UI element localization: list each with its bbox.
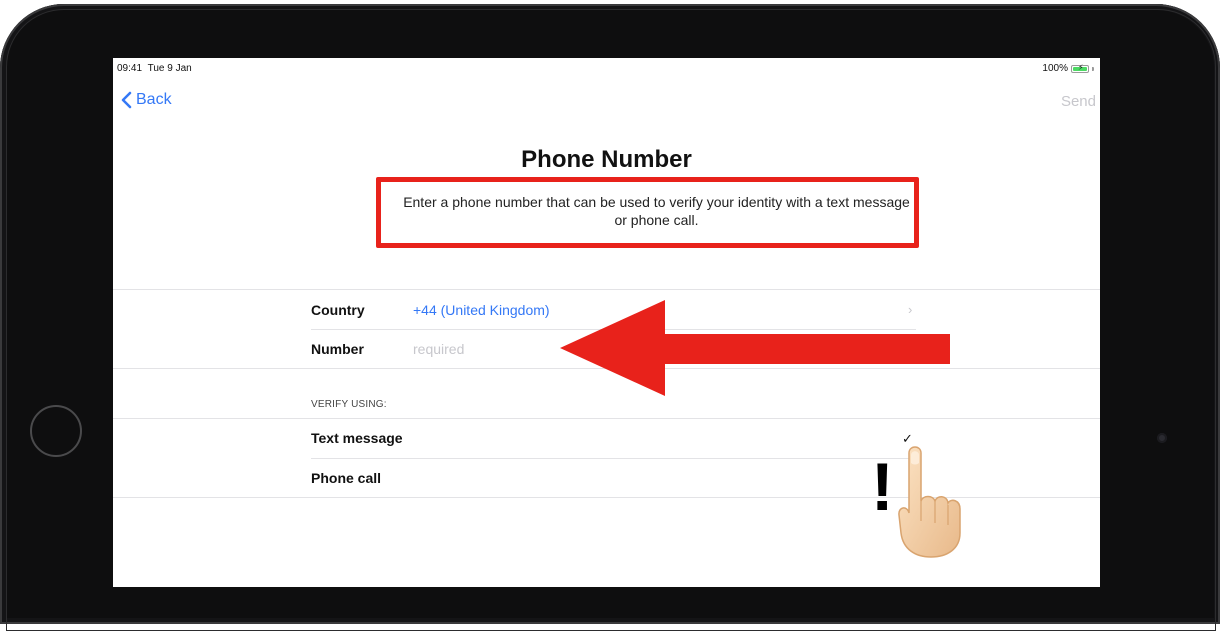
camera-icon	[1157, 433, 1167, 443]
divider	[113, 418, 1100, 419]
verify-section-header: VERIFY USING:	[311, 399, 387, 410]
status-time: 09:41 Tue 9 Jan	[117, 63, 192, 74]
divider	[113, 289, 1100, 290]
status-right: 100% ⚡	[1042, 63, 1094, 74]
status-bar: 09:41 Tue 9 Jan 100% ⚡	[113, 58, 1100, 78]
pointing-hand-icon	[898, 446, 961, 558]
page-title: Phone Number	[521, 146, 692, 173]
back-button[interactable]: Back	[121, 91, 172, 109]
back-label: Back	[136, 91, 172, 108]
hand-pointer-annotation: !	[871, 441, 961, 561]
number-input[interactable]: required	[413, 341, 464, 357]
battery-percent: 100%	[1042, 63, 1068, 74]
status-date: Tue 9 Jan	[147, 63, 192, 74]
divider	[311, 458, 916, 459]
number-label: Number	[311, 341, 364, 357]
screen: 09:41 Tue 9 Jan 100% ⚡ Back Send Phone N…	[113, 58, 1100, 587]
red-arrow-icon	[560, 300, 950, 396]
home-button[interactable]	[30, 405, 82, 457]
exclamation-mark: !	[871, 449, 894, 525]
country-value[interactable]: +44 (United Kingdom)	[413, 302, 550, 318]
option-phone-call[interactable]: Phone call	[311, 470, 381, 486]
option-text-message[interactable]: Text message	[311, 430, 403, 446]
status-clock: 09:41	[117, 63, 143, 74]
battery-icon: ⚡	[1071, 63, 1089, 73]
chevron-left-icon	[121, 91, 132, 109]
battery-tip	[1092, 66, 1094, 71]
send-button[interactable]: Send	[1061, 93, 1096, 110]
highlight-box	[376, 177, 919, 248]
country-label: Country	[311, 302, 365, 318]
